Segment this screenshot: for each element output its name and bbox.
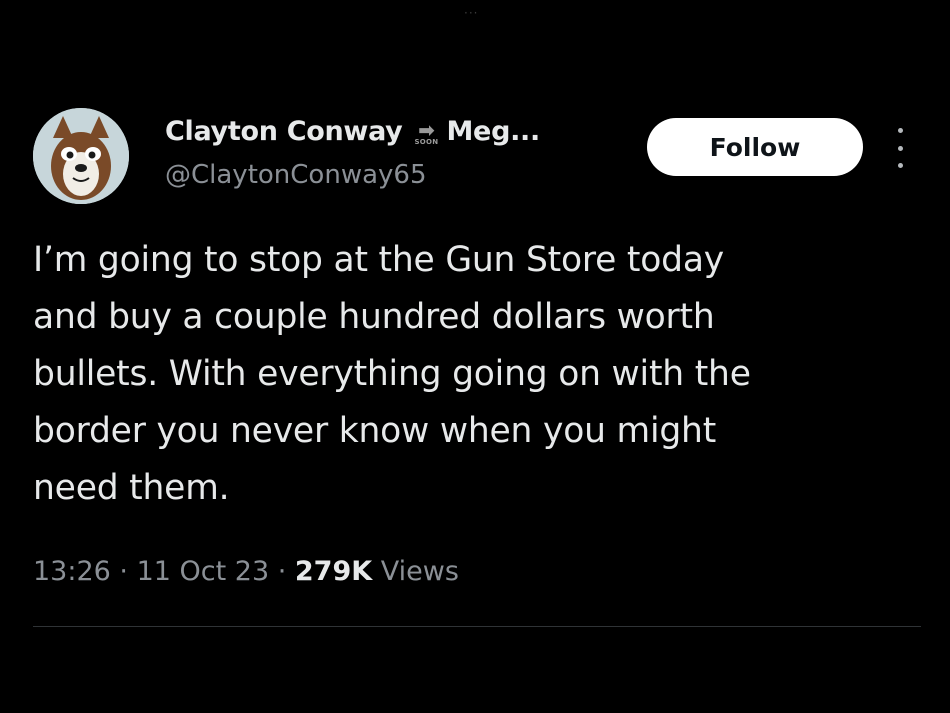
tweet-meta: 13:26 · 11 Oct 23 · 279K Views xyxy=(33,556,459,587)
more-options-icon[interactable] xyxy=(888,128,912,168)
author-display-name[interactable]: Clayton Conway xyxy=(165,116,403,147)
views-count: 279K xyxy=(294,556,373,587)
meta-separator: · xyxy=(269,556,295,587)
more-dot xyxy=(897,145,903,151)
author-name-suffix[interactable]: Meg... xyxy=(446,116,540,147)
soon-badge-label: SOON xyxy=(414,137,439,146)
divider xyxy=(33,626,921,627)
avatar[interactable] xyxy=(33,108,129,204)
more-dot xyxy=(897,163,903,168)
tweet-text: I’m going to stop at the Gun Store today… xyxy=(33,240,751,508)
tweet-date[interactable]: 11 Oct 23 xyxy=(137,556,270,587)
author-handle[interactable]: @ClaytonConway65 xyxy=(165,160,427,190)
follow-button[interactable]: Follow xyxy=(647,118,863,176)
cartoon-dog-avatar-icon xyxy=(33,108,129,204)
meta-separator: · xyxy=(110,556,137,587)
views-label: Views xyxy=(372,556,459,587)
arrow-right-icon: ➡ xyxy=(418,117,435,142)
tweet-time[interactable]: 13:26 xyxy=(33,556,111,587)
drag-handle: ··· xyxy=(464,6,479,20)
author-name-row: Clayton Conway ➡ SOON Meg... xyxy=(165,116,540,147)
soon-badge: ➡ SOON xyxy=(414,117,439,146)
more-dot xyxy=(897,128,903,133)
